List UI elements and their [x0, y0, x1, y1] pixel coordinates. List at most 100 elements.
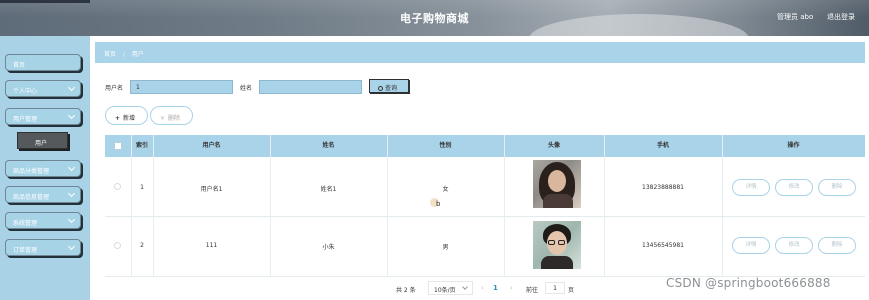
cell-gender: 女: [442, 186, 449, 193]
header-avatar: 头像: [547, 142, 560, 149]
page-size-value: 10条/页: [434, 287, 456, 294]
name-label: 姓名: [240, 85, 253, 92]
sidebar-item-category-management[interactable]: 商品分类管理: [5, 160, 81, 177]
page-size-select[interactable]: 10条/页: [428, 281, 473, 295]
logout-link[interactable]: 退出登录: [827, 12, 855, 22]
chevron-down-icon: [67, 189, 76, 198]
avatar-body: [543, 194, 573, 208]
glasses-icon: [558, 240, 565, 245]
next-page-icon[interactable]: ›: [510, 284, 513, 292]
plus-icon: +: [115, 115, 121, 122]
cell-phone: 13456545981: [642, 242, 684, 249]
header-gender: 性别: [439, 142, 452, 149]
column-divider: [131, 135, 132, 277]
row-checkbox[interactable]: [114, 183, 121, 190]
avatar-man-icon: [533, 221, 581, 269]
chevron-down-icon: [67, 163, 76, 172]
detail-button-label: 详情: [745, 184, 757, 190]
header-strip: [0, 0, 90, 3]
detail-button[interactable]: 详情: [732, 237, 770, 254]
sidebar-item-system-management[interactable]: 系统管理: [5, 212, 81, 229]
cell-gender: 男: [442, 244, 449, 251]
breadcrumb-home[interactable]: 首页: [104, 51, 116, 58]
sidebar-item-label: 订单管理: [13, 247, 38, 254]
detail-button[interactable]: 详情: [732, 179, 770, 196]
avatar-face: [548, 170, 566, 192]
top-header: 电子购物商城 管理员 abo 退出登录: [0, 0, 869, 36]
chevron-down-icon: [462, 284, 468, 290]
delete-row-button[interactable]: 删除: [818, 237, 856, 254]
delete-icon: ✕: [160, 115, 166, 122]
row-checkbox[interactable]: [114, 242, 121, 249]
cell-username: 111: [205, 242, 218, 249]
sidebar-item-label: 系统管理: [13, 220, 38, 227]
column-divider: [604, 135, 605, 277]
detail-button-label: 详情: [745, 242, 757, 248]
delete-button-label: 删除: [831, 242, 843, 248]
edit-button-label: 修改: [788, 184, 800, 190]
column-divider: [504, 135, 505, 277]
row-divider: [105, 216, 865, 217]
header-actions: 操作: [787, 142, 800, 149]
avatar-body: [541, 256, 573, 269]
breadcrumb-separator: /: [122, 51, 125, 58]
cell-phone: 13823888881: [642, 184, 684, 191]
delete-button-label: 删除: [831, 184, 843, 190]
sidebar-item-label: 用户管理: [13, 116, 38, 123]
site-title: 电子购物商城: [400, 12, 469, 25]
goto-page-input[interactable]: [545, 282, 565, 294]
edit-button[interactable]: 修改: [775, 237, 813, 254]
add-button[interactable]: + 新增: [105, 106, 148, 125]
sidebar-item-order-management[interactable]: 订单管理: [5, 239, 81, 256]
sidebar-item-label: 商品信息管理: [13, 194, 50, 201]
prev-page-icon[interactable]: ‹: [481, 284, 484, 292]
goto-label: 前往: [526, 287, 539, 294]
sidebar-item-product-management[interactable]: 商品信息管理: [5, 186, 81, 203]
chevron-down-icon: [67, 242, 76, 251]
glasses-icon: [548, 240, 555, 245]
cell-username: 用户名1: [200, 186, 223, 193]
current-page-number[interactable]: 1: [493, 284, 498, 292]
watermark-text: CSDN @springboot666888: [666, 276, 831, 290]
batch-delete-button[interactable]: ✕ 删除: [150, 106, 193, 125]
select-all-checkbox[interactable]: [114, 142, 122, 150]
header-phone: 手机: [656, 142, 669, 149]
cell-name: 姓名1: [320, 186, 337, 193]
column-divider: [270, 135, 271, 277]
chevron-down-icon: [67, 83, 76, 92]
edit-button[interactable]: 修改: [775, 179, 813, 196]
sidebar-item-label: 个人中心: [13, 88, 38, 95]
header-name: 姓名: [322, 142, 335, 149]
chevron-down-icon: [67, 111, 76, 120]
avatar-woman-icon: [533, 160, 581, 208]
column-divider: [722, 135, 723, 277]
delete-button-label: 删除: [168, 115, 181, 122]
sidebar-subitem-label: 用户: [35, 140, 48, 147]
column-divider: [387, 135, 388, 277]
goto-suffix: 页: [568, 287, 575, 294]
breadcrumb-current: 用户: [131, 51, 144, 58]
cell-name: 小朱: [322, 244, 335, 251]
sidebar-item-label: 首页: [13, 62, 26, 69]
name-search-input[interactable]: [259, 80, 362, 94]
sidebar-subitem-users[interactable]: 用户: [17, 132, 68, 149]
search-icon: [378, 86, 383, 91]
sidebar-item-user-management[interactable]: 用户管理: [5, 108, 81, 125]
username-label: 用户名: [105, 85, 124, 92]
user-table: 索引 用户名 姓名 性别 头像 手机 操作 1 用户名1 姓名1 女 13823…: [105, 135, 865, 277]
sidebar-item-home[interactable]: 首页: [5, 54, 81, 71]
query-button[interactable]: 查询: [369, 79, 409, 93]
sidebar-item-personal-center[interactable]: 个人中心: [5, 80, 81, 97]
column-divider: [153, 135, 154, 277]
delete-row-button[interactable]: 删除: [818, 179, 856, 196]
table-header: 索引 用户名 姓名 性别 头像 手机 操作: [105, 135, 865, 157]
admin-label: 管理员 abo: [777, 13, 814, 21]
edit-button-label: 修改: [788, 242, 800, 248]
chevron-down-icon: [67, 215, 76, 224]
sidebar: 首页 个人中心 用户管理 用户 商品分类管理 商品信息管理 系统管理 订单管理: [0, 36, 90, 300]
cursor-text: b: [436, 200, 441, 208]
pagination-total: 共 2 条: [396, 287, 416, 294]
username-search-input[interactable]: [130, 80, 233, 94]
cell-index: 2: [140, 242, 144, 249]
cell-index: 1: [140, 184, 144, 191]
